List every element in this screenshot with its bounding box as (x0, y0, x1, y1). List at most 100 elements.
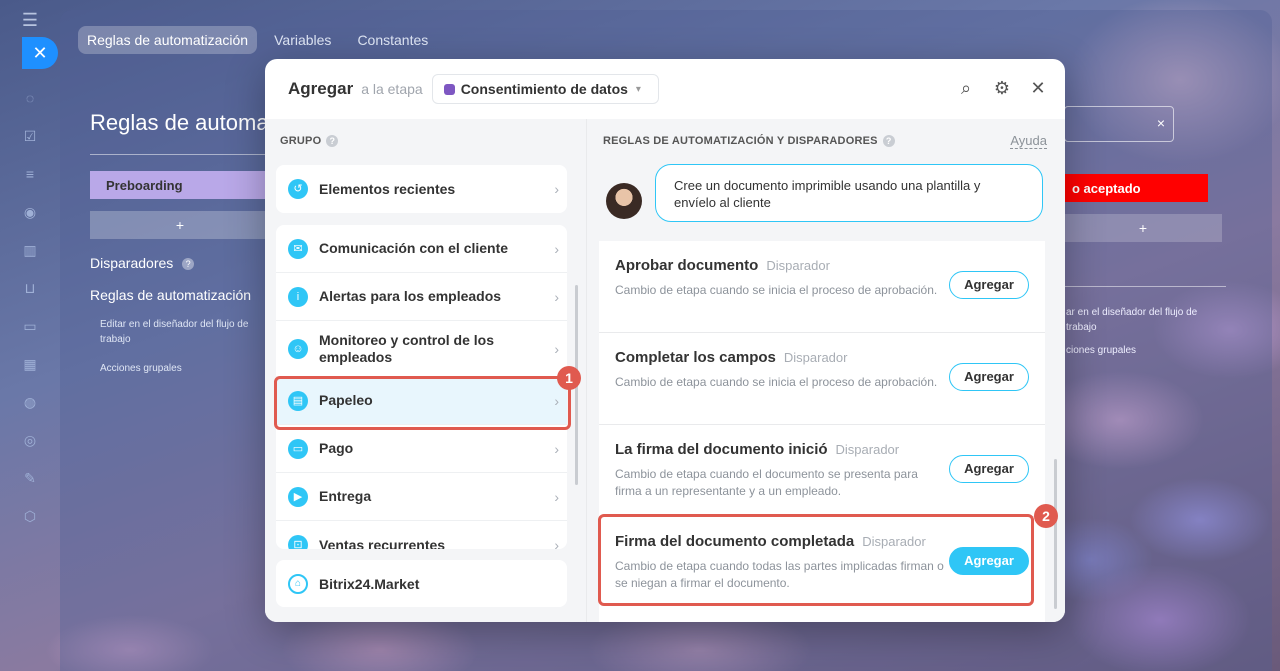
rule-item-approve-document: Aprobar documento Disparador Cambio de et… (599, 241, 1045, 333)
group-item-client-communication[interactable]: ✉ Comunicación con el cliente › (276, 225, 567, 273)
truck-icon: ▶ (288, 486, 308, 507)
group-item-delivery[interactable]: ▶ Entrega › (276, 473, 567, 521)
rail-icon-7[interactable]: ▭ (21, 317, 39, 335)
divider (1064, 286, 1226, 287)
rail-icon-9[interactable]: ◍ (21, 393, 39, 411)
bg-page-title: Reglas de automa (90, 110, 269, 135)
market-label: Bitrix24.Market (319, 575, 420, 592)
settings-sliders-icon[interactable]: ⚙ (991, 77, 1013, 99)
recent-card: ↺ Elementos recientes › (276, 165, 567, 213)
people-icon: ☺ (288, 338, 308, 359)
chevron-right-icon: › (554, 288, 559, 305)
tab-variables[interactable]: Variables (265, 26, 340, 54)
add-rule-button[interactable]: Agregar (949, 271, 1029, 299)
group-item-payment[interactable]: ▭ Pago › (276, 425, 567, 473)
chevron-right-icon: › (554, 340, 559, 357)
help-link[interactable]: Ayuda (1010, 133, 1047, 149)
group-item-label: Monitoreo y control de los empleados (319, 331, 495, 365)
stage-color-icon (443, 83, 455, 95)
menu-icon[interactable]: ☰ (22, 10, 38, 31)
chevron-down-icon: ▾ (635, 83, 641, 95)
group-item-label: Elementos recientes (319, 180, 456, 197)
group-column: GRUPO? ↺ Elementos recientes › ✉ Comunic… (265, 119, 587, 622)
group-item-market[interactable]: ⌂ Bitrix24.Market (276, 560, 567, 607)
group-item-label: Entrega (319, 488, 372, 504)
help-icon[interactable]: ? (326, 135, 339, 148)
stage-selector[interactable]: Consentimiento de datos ▾ (431, 74, 659, 104)
close-slider-button[interactable]: ✕ (22, 37, 58, 69)
bg-triggers-label: Disparadores ? (90, 255, 270, 271)
rules-scrollbar[interactable] (1054, 459, 1057, 609)
rail-icon-10[interactable]: ◎ (21, 431, 39, 449)
rail-icon-2[interactable]: ☑ (21, 127, 39, 145)
chevron-right-icon: › (554, 537, 559, 549)
search-icon[interactable]: ⌕ (955, 77, 977, 99)
bg-rules-label: Reglas de automatización (90, 287, 252, 303)
rule-description: Cambio de etapa cuando se inicia el proc… (615, 375, 938, 389)
info-icon: i (288, 286, 308, 307)
dialog-subtitle: a la etapa (361, 81, 423, 97)
callout-badge-1: 1 (557, 366, 581, 390)
bg-add-button[interactable]: + (90, 211, 270, 239)
rail-icon-4[interactable]: ◉ (21, 203, 39, 221)
chevron-right-icon: › (554, 240, 559, 257)
hint-bubble: Cree un documento imprimible usando una … (655, 164, 1043, 222)
header-actions: ⌕ ⚙ ✕ (955, 77, 1049, 99)
bg-filter-input[interactable]: × (1064, 106, 1174, 142)
help-icon: ? (182, 258, 195, 271)
bg-group-actions-link-2[interactable]: ciones grupales (1064, 343, 1224, 358)
tab-automation-rules[interactable]: Reglas de automatización (78, 26, 258, 54)
close-icon[interactable]: ✕ (1027, 77, 1049, 99)
history-icon: ↺ (288, 179, 308, 199)
wallet-icon: ▭ (288, 438, 308, 459)
divider (90, 154, 270, 155)
group-item-recent[interactable]: ↺ Elementos recientes › (276, 165, 567, 213)
add-rule-button[interactable]: Agregar (949, 363, 1029, 391)
left-rail: ☰ ✕ ◌ ☑ ≡ ◉ ▥ ⊔ ▭ ▦ ◍ ◎ ✎ ⬡ (0, 0, 60, 671)
background-left-panel: Reglas de automa Preboarding + Disparado… (90, 110, 270, 376)
group-item-label: Comunicación con el cliente (319, 240, 509, 256)
rail-icon-12[interactable]: ⬡ (21, 507, 39, 525)
chevron-right-icon: › (554, 181, 559, 197)
rail-icon-8[interactable]: ▦ (21, 355, 39, 373)
chat-icon: ✉ (288, 238, 308, 259)
rail-icon-1[interactable]: ◌ (21, 89, 39, 107)
group-item-label: Alertas para los empleados (319, 288, 502, 304)
background-right-panel: × o aceptado + ar en el diseñador del fl… (1064, 106, 1226, 358)
top-tabs: Reglas de automatización Variables Const… (78, 26, 437, 54)
highlight-paperwork (274, 376, 571, 430)
group-item-label: Ventas recurrentes (319, 536, 446, 550)
rail-icon-3[interactable]: ≡ (21, 165, 39, 183)
group-item-employee-alerts[interactable]: i Alertas para los empleados › (276, 273, 567, 321)
bg-add-button-2[interactable]: + (1064, 214, 1222, 242)
dialog-title: Agregar (288, 79, 354, 98)
bg-stage-preboarding[interactable]: Preboarding (90, 171, 270, 199)
avatar (606, 183, 642, 219)
chevron-right-icon: › (554, 440, 559, 457)
help-icon[interactable]: ? (882, 135, 895, 148)
cart-icon: ⊡ (288, 535, 308, 549)
highlight-signing-completed (598, 514, 1034, 606)
rule-description: Cambio de etapa cuando se inicia el proc… (615, 283, 938, 297)
bg-edit-designer-link-2[interactable]: ar en el diseñador del flujo de trabajo (1064, 305, 1224, 335)
close-icon: ✕ (32, 42, 48, 63)
market-icon: ⌂ (288, 573, 308, 594)
rule-item-complete-fields: Completar los campos Disparador Cambio de… (599, 333, 1045, 425)
stage-selector-value: Consentimiento de datos (460, 81, 628, 97)
rail-icon-6[interactable]: ⊔ (21, 279, 39, 297)
add-rule-button[interactable]: Agregar (949, 455, 1029, 483)
group-item-employee-monitoring[interactable]: ☺ Monitoreo y control de los empleados › (276, 321, 567, 377)
bg-group-actions-link[interactable]: Acciones grupales (90, 361, 270, 376)
bg-stage-red[interactable]: o aceptado (1064, 174, 1208, 202)
rule-item-signing-started: La firma del documento inició Disparador … (599, 425, 1045, 517)
chevron-right-icon: › (554, 488, 559, 505)
rules-header: REGLAS DE AUTOMATIZACIÓN Y DISPARADORES? (603, 135, 895, 148)
group-header: GRUPO? (280, 135, 339, 148)
callout-badge-2: 2 (1034, 504, 1058, 528)
rail-icon-11[interactable]: ✎ (21, 469, 39, 487)
tab-constants[interactable]: Constantes (348, 26, 437, 54)
bg-edit-designer-link[interactable]: Editar en el diseñador del flujo de trab… (90, 317, 270, 347)
group-item-recurring-sales[interactable]: ⊡ Ventas recurrentes › (276, 521, 567, 549)
group-item-label: Pago (319, 440, 354, 456)
rail-icon-5[interactable]: ▥ (21, 241, 39, 259)
